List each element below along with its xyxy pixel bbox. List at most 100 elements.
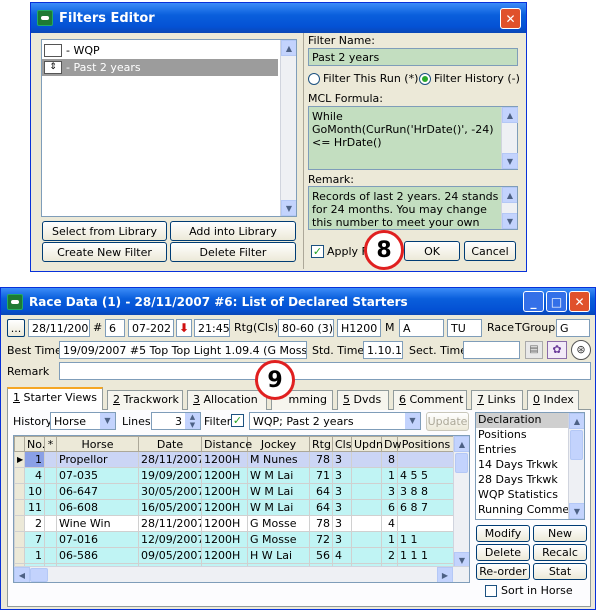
scroll-left-icon[interactable]: ◀: [14, 567, 30, 582]
lines-stepper[interactable]: 3 ▲ ▼: [151, 412, 201, 430]
cell-dw[interactable]: 4: [381, 515, 398, 532]
column-header[interactable]: Rtg: [309, 436, 333, 452]
mcl-scrollbar[interactable]: ▲ ▼: [501, 107, 518, 169]
cell-horse[interactable]: 06-608: [56, 499, 139, 516]
tab-starter-views[interactable]: 1 Starter Views: [7, 387, 103, 410]
row-indicator[interactable]: [14, 515, 25, 532]
cell-no[interactable]: 10: [24, 483, 45, 500]
cell-pos[interactable]: 4 5 5: [397, 467, 455, 484]
cell-star[interactable]: [44, 515, 57, 532]
scroll-right-icon[interactable]: ▶: [437, 567, 453, 582]
cell-updn[interactable]: [351, 515, 382, 532]
cell-distance[interactable]: 1200H: [201, 451, 248, 468]
calendar-icon[interactable]: ▤: [525, 341, 543, 359]
cell-horse[interactable]: 07-035: [56, 467, 139, 484]
new-button[interactable]: New: [533, 525, 587, 542]
cell-date[interactable]: 16/05/2007: [138, 499, 202, 516]
cell-dw[interactable]: 1: [381, 467, 398, 484]
sort-arrows-icon[interactable]: ⇕: [44, 61, 62, 74]
race-number-field[interactable]: 6: [105, 319, 125, 337]
cell-distance[interactable]: 1200H: [201, 499, 248, 516]
select-from-library-button[interactable]: Select from Library: [42, 221, 167, 241]
down-arrow-icon[interactable]: ⬇: [176, 319, 192, 337]
cell-star[interactable]: [44, 547, 57, 564]
scroll-up-icon[interactable]: ▲: [454, 436, 469, 452]
cell-cls[interactable]: 3: [332, 531, 352, 548]
cell-horse[interactable]: Propellor: [56, 451, 139, 468]
column-header[interactable]: *: [44, 436, 57, 452]
std-time-field[interactable]: 1.10.1: [363, 341, 403, 359]
filter-select[interactable]: WQP; Past 2 years ▼: [249, 412, 421, 430]
delete-button[interactable]: Delete: [476, 544, 530, 561]
cell-no[interactable]: 7: [24, 531, 45, 548]
apply-filter-checkbox[interactable]: ✓ Apply F: [311, 245, 368, 258]
cell-jockey[interactable]: H W Lai: [247, 547, 310, 564]
cell-pos[interactable]: 1 1: [397, 531, 455, 548]
scroll-up-icon[interactable]: ▲: [569, 413, 584, 429]
remark-field[interactable]: [59, 362, 591, 380]
cell-dw[interactable]: 6: [381, 499, 398, 516]
stat-button[interactable]: Stat: [533, 563, 587, 580]
cell-jockey[interactable]: W M Lai: [247, 467, 310, 484]
remark-scrollbar[interactable]: ▲ ▼: [501, 187, 517, 229]
table-row[interactable]: 2 Wine Win 28/11/2007 1200H G Mosse 78 3 4: [14, 515, 455, 532]
cell-rtg[interactable]: 71: [309, 467, 333, 484]
filters-editor-titlebar[interactable]: Filters Editor ✕: [31, 3, 526, 33]
radio-circle[interactable]: [308, 72, 320, 85]
video-icon[interactable]: ✿: [547, 341, 567, 359]
cell-jockey[interactable]: G Mosse: [247, 515, 310, 532]
cell-no[interactable]: 11: [24, 499, 45, 516]
mcl-formula-textarea[interactable]: While GoMonth(CurRun('HrDate()', -24) <=…: [308, 106, 518, 170]
table-row[interactable]: ▶ 1 Propellor 28/11/2007 1200H M Nunes 78 3 8: [14, 451, 455, 468]
column-header[interactable]: Date: [138, 436, 202, 452]
checkmark-icon[interactable]: ✓: [311, 245, 324, 258]
update-button[interactable]: Update: [426, 412, 469, 431]
cell-pos[interactable]: [397, 451, 455, 468]
column-header[interactable]: Updn: [351, 436, 383, 452]
cell-cls[interactable]: 3: [332, 515, 352, 532]
best-time-field[interactable]: 19/09/2007 #5 Top Top Light 1.09.4 (G Mo…: [59, 341, 307, 359]
add-into-library-button[interactable]: Add into Library: [170, 221, 296, 241]
scroll-up-icon[interactable]: ▲: [281, 40, 296, 56]
cell-updn[interactable]: [351, 531, 382, 548]
grid-vscroll[interactable]: ▲ ▼: [453, 436, 469, 568]
cell-jockey[interactable]: W M Lai: [247, 499, 310, 516]
column-header[interactable]: Positions: [397, 436, 455, 452]
cell-horse[interactable]: 07-016: [56, 531, 139, 548]
chevron-down-icon[interactable]: ▼: [405, 413, 420, 429]
column-header[interactable]: Horse: [56, 436, 139, 452]
cell-updn[interactable]: [351, 467, 382, 484]
cell-date[interactable]: 30/05/2007: [138, 483, 202, 500]
tab-index[interactable]: 0 Index: [527, 390, 579, 410]
cell-updn[interactable]: [351, 499, 382, 516]
m-field[interactable]: A: [399, 319, 444, 337]
cell-distance[interactable]: 1200H: [201, 531, 248, 548]
cell-distance[interactable]: 1200H: [201, 483, 248, 500]
filter-name-input[interactable]: Past 2 years: [308, 48, 518, 66]
cell-star[interactable]: [44, 483, 57, 500]
cell-cls[interactable]: 3: [332, 451, 352, 468]
recalc-button[interactable]: Recalc: [533, 544, 587, 561]
cell-cls[interactable]: 3: [332, 499, 352, 516]
starters-grid[interactable]: No. * Horse Date Distance Jockey Rtg Cls…: [13, 435, 470, 583]
cell-date[interactable]: 09/05/2007: [138, 547, 202, 564]
scroll-down-icon[interactable]: ▼: [502, 153, 518, 169]
column-header[interactable]: Distance: [201, 436, 252, 452]
cell-jockey[interactable]: G Mosse: [247, 531, 310, 548]
web-icon[interactable]: ⊛: [571, 340, 591, 360]
filter-list[interactable]: - WQP ⇕ - Past 2 years ▲ ▼: [41, 39, 297, 217]
ellipsis-button[interactable]: ...: [7, 319, 25, 337]
scroll-thumb[interactable]: [570, 430, 583, 460]
cell-dw[interactable]: 1: [381, 531, 398, 548]
cell-distance[interactable]: 1200H: [201, 547, 248, 564]
row-indicator[interactable]: ▶: [14, 451, 25, 468]
grid-hscroll[interactable]: ◀ ▶: [14, 566, 469, 582]
cell-date[interactable]: 28/11/2007: [138, 451, 202, 468]
course-field[interactable]: TU: [447, 319, 482, 337]
ok-button[interactable]: OK: [404, 241, 460, 261]
cell-dw[interactable]: 3: [381, 483, 398, 500]
cell-horse[interactable]: 06-647: [56, 483, 139, 500]
history-select[interactable]: Horse ▼: [50, 412, 116, 430]
scroll-down-icon[interactable]: ▼: [281, 200, 296, 216]
cell-no[interactable]: 4: [24, 467, 45, 484]
